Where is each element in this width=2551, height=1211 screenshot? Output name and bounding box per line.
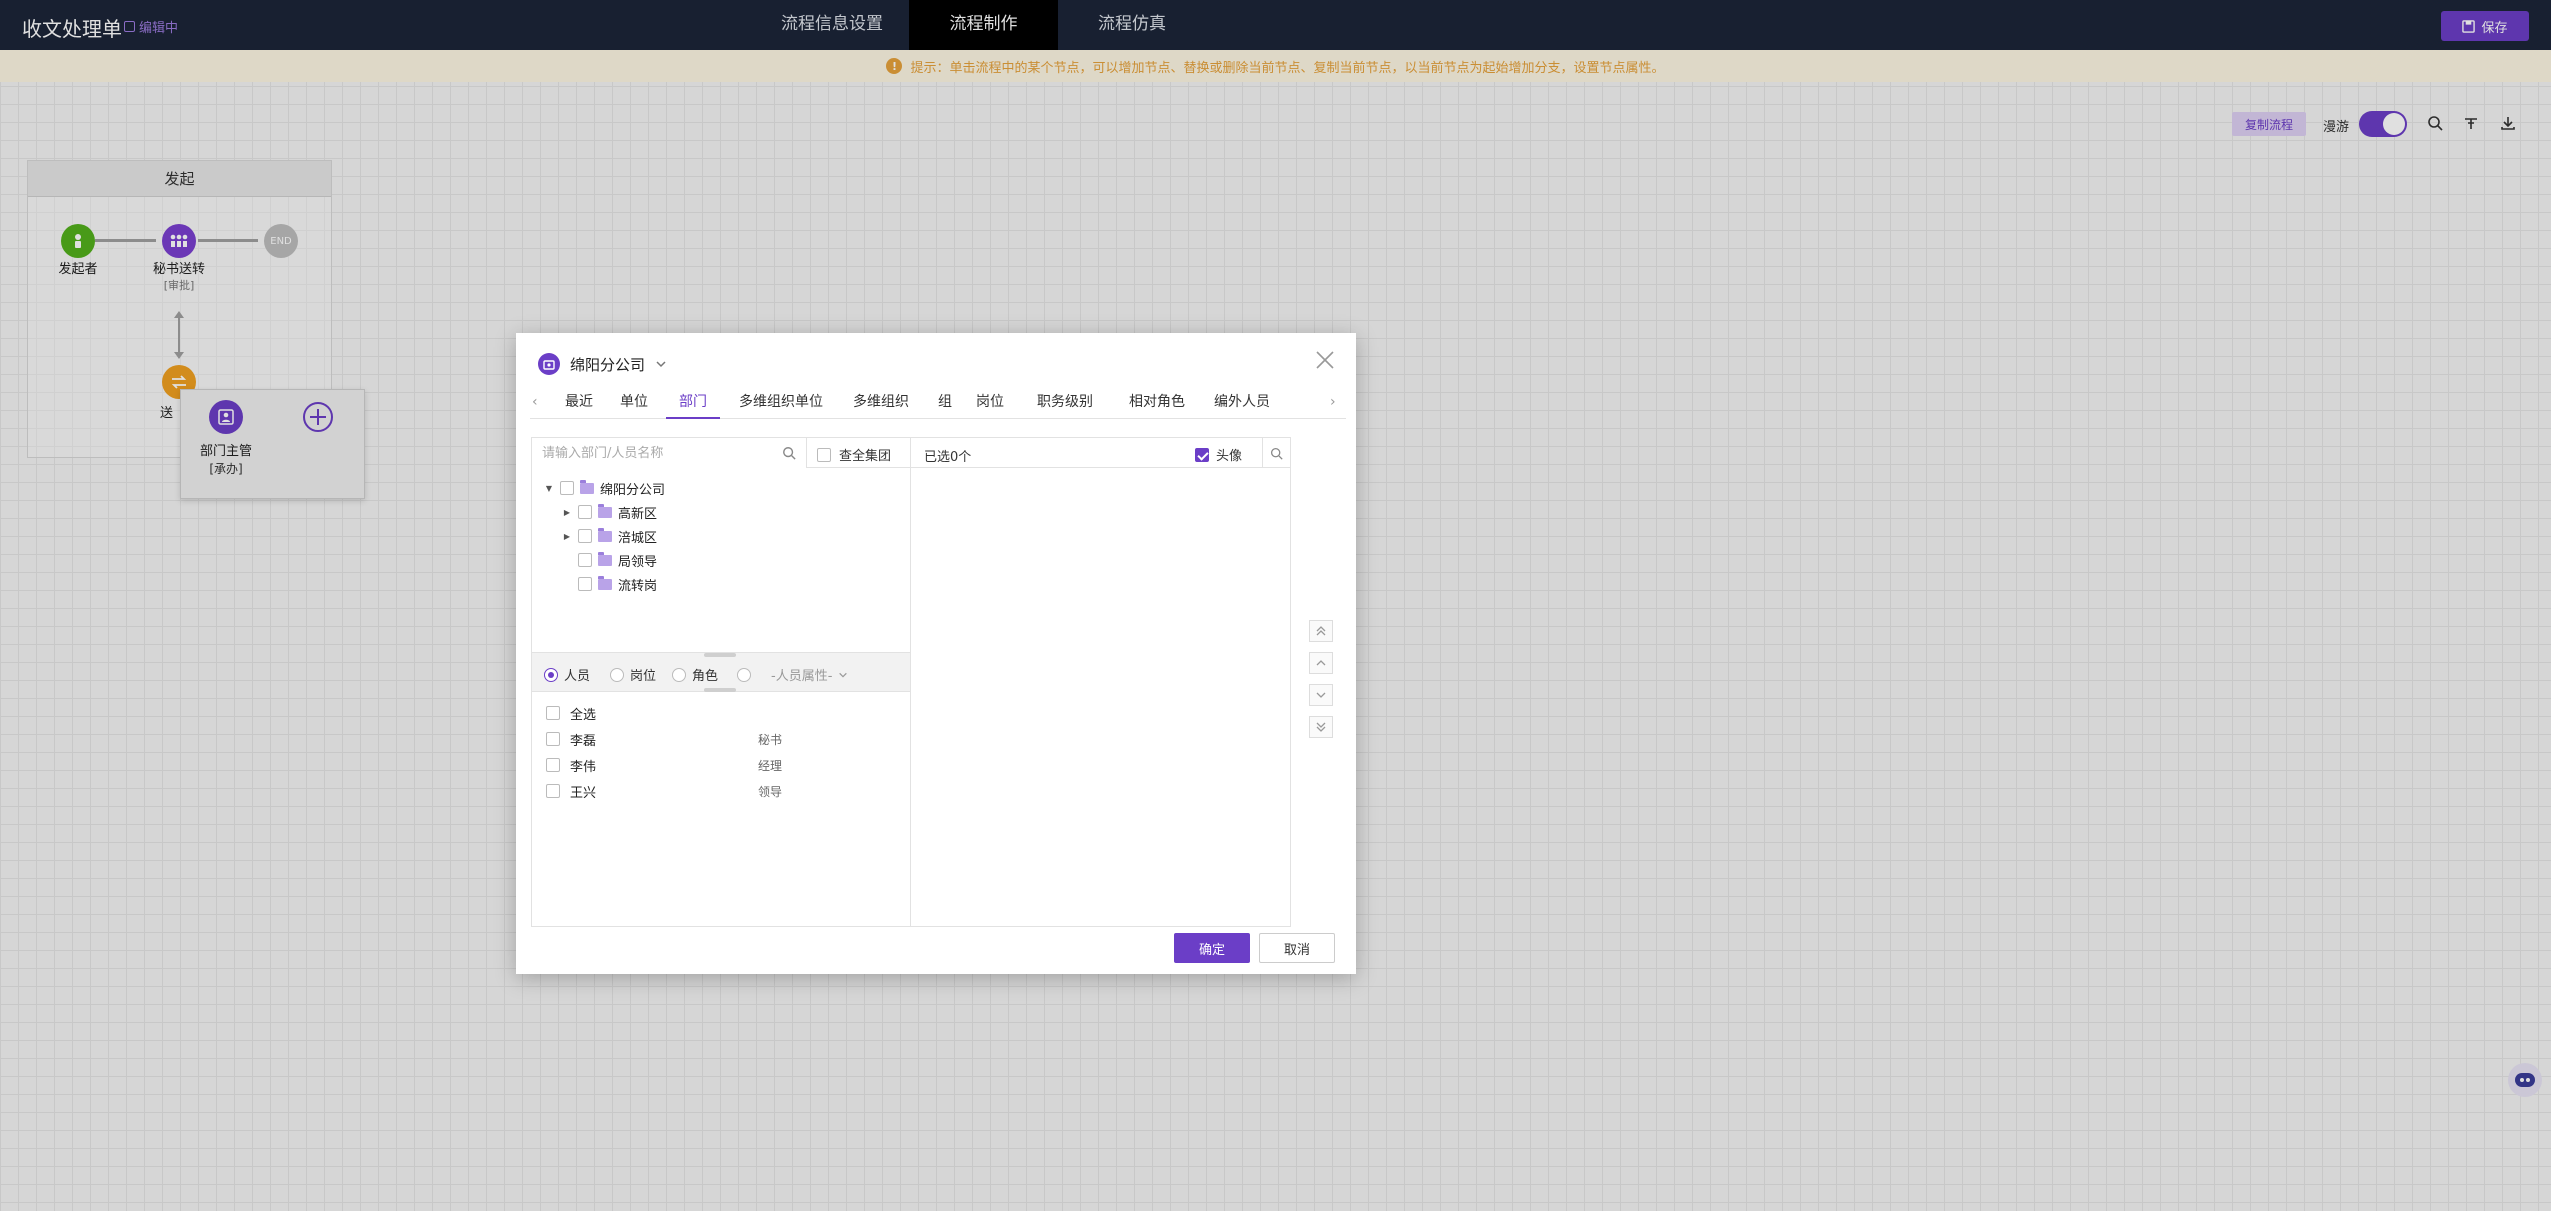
avatar-option[interactable]: 头像 — [1195, 445, 1242, 464]
person-checkbox[interactable] — [546, 758, 560, 772]
tree-label: 涪城区 — [618, 530, 658, 546]
folder-icon — [580, 479, 594, 494]
type-person-label: 人员 — [564, 669, 591, 684]
radio-role[interactable] — [672, 667, 686, 682]
chevron-left-icon[interactable]: ‹ — [532, 394, 538, 410]
radio-person[interactable] — [544, 667, 558, 682]
tab-group[interactable]: 组 — [932, 385, 958, 419]
resize-handle[interactable] — [704, 688, 736, 692]
tree-item[interactable]: ▶ 涪城区 — [562, 525, 657, 547]
person-row[interactable]: 李伟 经理 — [546, 755, 846, 775]
person-name: 李磊 — [570, 733, 597, 749]
select-all-row[interactable]: 全选 — [546, 703, 596, 723]
avatar-label: 头像 — [1216, 449, 1243, 464]
selected-search-button[interactable] — [1262, 438, 1290, 468]
selector-dialog: 绵阳分公司 ‹ 最近 单位 部门 多维组织单位 多维组织 组 岗位 职务级别 相… — [516, 333, 1356, 974]
person-attr-select[interactable]: -人员属性- — [737, 665, 848, 684]
tree-item[interactable]: 流转岗 — [562, 573, 657, 595]
type-role-label: 角色 — [692, 669, 719, 684]
cancel-button[interactable]: 取消 — [1259, 933, 1335, 963]
whole-group-checkbox[interactable] — [817, 447, 831, 462]
person-name: 李伟 — [570, 759, 597, 775]
chevron-right-icon[interactable]: › — [1330, 394, 1336, 410]
whole-group-label: 查全集团 — [839, 449, 892, 464]
avatar-checkbox[interactable] — [1195, 447, 1209, 462]
type-person-option[interactable]: 人员 — [544, 665, 590, 684]
tab-external[interactable]: 编外人员 — [1206, 385, 1276, 419]
whole-group-option[interactable]: 查全集团 — [817, 445, 891, 464]
tree-item[interactable]: 局领导 — [562, 549, 657, 571]
tab-unit[interactable]: 单位 — [611, 385, 657, 419]
caret-down-icon[interactable]: ▼ — [544, 484, 554, 493]
person-checkbox[interactable] — [546, 784, 560, 798]
folder-icon — [598, 551, 612, 566]
caret-right-icon[interactable]: ▶ — [562, 508, 572, 517]
selected-count: 已选0个 — [924, 450, 972, 465]
person-row[interactable]: 王兴 领导 — [546, 781, 846, 801]
folder-icon — [598, 575, 612, 590]
person-position: 经理 — [758, 758, 783, 773]
person-attr-placeholder: -人员属性- — [771, 669, 833, 684]
member-type-bar: 人员 岗位 角色 -人员属性- — [532, 652, 910, 692]
person-position: 秘书 — [758, 732, 783, 747]
select-all-checkbox[interactable] — [546, 706, 560, 720]
tree-label: 高新区 — [618, 506, 658, 522]
tree-item[interactable]: ▶ 高新区 — [562, 501, 657, 523]
radio-position[interactable] — [610, 667, 624, 682]
person-name: 王兴 — [570, 785, 597, 801]
tree-label: 流转岗 — [618, 578, 658, 594]
confirm-button[interactable]: 确定 — [1174, 933, 1250, 963]
person-row[interactable]: 李磊 秘书 — [546, 729, 846, 749]
search-icon[interactable] — [782, 446, 796, 460]
chevron-down-icon — [1316, 692, 1326, 698]
resize-handle[interactable] — [704, 653, 736, 657]
tab-recent[interactable]: 最近 — [555, 385, 603, 419]
left-pane: 查全集团 ▼ 绵阳分公司 ▶ 高新区 ▶ 涪城区 局领导 — [531, 437, 911, 927]
folder-icon — [598, 503, 612, 518]
org-icon — [538, 353, 560, 375]
tab-relative-role[interactable]: 相对角色 — [1114, 385, 1200, 419]
chevron-down-icon — [656, 361, 666, 368]
radio-attr[interactable] — [737, 667, 751, 682]
move-up-button[interactable] — [1309, 652, 1333, 674]
tree-checkbox[interactable] — [578, 553, 592, 567]
tree-label: 局领导 — [618, 554, 658, 570]
chevron-up-icon — [1316, 660, 1326, 666]
chevron-down-icon — [839, 672, 848, 678]
type-role-option[interactable]: 角色 — [672, 665, 718, 684]
tab-job-level[interactable]: 职务级别 — [1022, 385, 1108, 419]
move-down-button[interactable] — [1309, 684, 1333, 706]
selector-tabs: ‹ 最近 单位 部门 多维组织单位 多维组织 组 岗位 职务级别 相对角色 编外… — [530, 385, 1346, 419]
search-icon — [1270, 447, 1283, 460]
tree-checkbox[interactable] — [560, 481, 574, 495]
tree-checkbox[interactable] — [578, 505, 592, 519]
org-name: 绵阳分公司 — [570, 355, 646, 374]
double-chevron-up-icon — [1316, 626, 1326, 636]
org-switcher[interactable]: 绵阳分公司 — [538, 353, 667, 375]
left-search-row: 查全集团 — [532, 438, 910, 468]
search-input[interactable] — [532, 438, 807, 468]
tab-position[interactable]: 岗位 — [966, 385, 1014, 419]
select-all-label: 全选 — [570, 707, 597, 723]
selected-pane: 已选0个 头像 — [911, 437, 1291, 927]
person-checkbox[interactable] — [546, 732, 560, 746]
move-top-button[interactable] — [1309, 620, 1333, 642]
close-icon[interactable] — [1314, 349, 1336, 371]
tree-checkbox[interactable] — [578, 577, 592, 591]
move-bottom-button[interactable] — [1309, 716, 1333, 738]
tree-root[interactable]: ▼ 绵阳分公司 — [544, 477, 665, 499]
tab-multi-org-unit[interactable]: 多维组织单位 — [730, 385, 832, 419]
folder-icon — [598, 527, 612, 542]
double-chevron-down-icon — [1316, 722, 1326, 732]
tab-multi-org[interactable]: 多维组织 — [838, 385, 924, 419]
selected-header: 已选0个 头像 — [911, 438, 1290, 468]
type-position-label: 岗位 — [630, 669, 657, 684]
person-position: 领导 — [758, 784, 783, 799]
type-position-option[interactable]: 岗位 — [610, 665, 656, 684]
tree-checkbox[interactable] — [578, 529, 592, 543]
caret-right-icon[interactable]: ▶ — [562, 532, 572, 541]
tree-label: 绵阳分公司 — [600, 482, 666, 498]
tab-department[interactable]: 部门 — [666, 385, 720, 419]
